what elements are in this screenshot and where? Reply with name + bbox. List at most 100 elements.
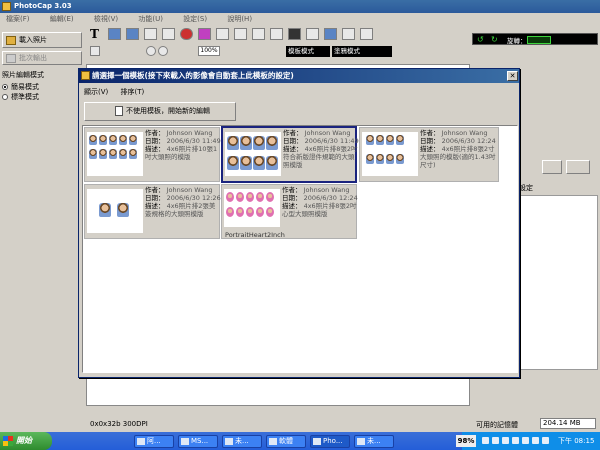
taskbar-item[interactable]: 阿... bbox=[134, 435, 174, 448]
mosaic-mode-tab[interactable]: 塗鴉模式 bbox=[332, 46, 392, 57]
menu-file[interactable]: 檔案(F) bbox=[6, 13, 30, 25]
mode-standard-option[interactable]: 標準模式 bbox=[2, 92, 84, 102]
taskbar-item-active[interactable]: Pho... bbox=[310, 435, 350, 448]
batch-output-button[interactable]: 批次輸出 bbox=[2, 51, 82, 65]
dialog-menu-view[interactable]: 顯示(V) bbox=[84, 86, 108, 98]
app-menubar: 檔案(F) 編輯(E) 檢視(V) 功能(U) 設定(S) 說明(H) bbox=[0, 13, 600, 25]
desc-key: 描述 bbox=[420, 145, 433, 153]
tray-icon[interactable] bbox=[532, 437, 539, 444]
mode-simple-label: 簡易模式 bbox=[11, 83, 39, 91]
template-card[interactable]: PortraitHeart2Inch 作者： Johnson Wang 日期： … bbox=[221, 184, 358, 239]
desc-key: 描述 bbox=[282, 202, 295, 210]
app-window-icon bbox=[313, 438, 321, 445]
dialog-close-button[interactable]: ✕ bbox=[507, 71, 518, 81]
right-button-1[interactable] bbox=[520, 160, 538, 174]
template-card[interactable]: 作者： Johnson Wang 日期： 2006/6/30 11:49 描述：… bbox=[84, 127, 221, 182]
no-template-button[interactable]: 不使用模板，開始新的編輯 bbox=[84, 102, 236, 121]
frame2-tool-icon[interactable] bbox=[306, 28, 319, 40]
menu-view[interactable]: 檢視(V) bbox=[94, 13, 118, 25]
template-info: 作者： Johnson Wang 日期： 2006/6/30 12:24 描述：… bbox=[420, 129, 496, 169]
template-date: 2006/6/30 11:49 bbox=[304, 137, 359, 145]
template-card[interactable]: 作者： Johnson Wang 日期： 2006/6/30 12:24 描述：… bbox=[359, 127, 499, 182]
menu-edit[interactable]: 編輯(E) bbox=[50, 13, 74, 25]
screen-tool-icon[interactable] bbox=[360, 28, 373, 40]
dialog-menu-sort[interactable]: 排序(T) bbox=[121, 86, 145, 98]
radio-icon bbox=[2, 94, 8, 100]
arrow-right-tool-icon[interactable] bbox=[252, 28, 265, 40]
radio-icon bbox=[2, 84, 8, 90]
menu-settings[interactable]: 設定(S) bbox=[183, 13, 207, 25]
right-button-2[interactable] bbox=[542, 160, 562, 174]
template-thumbnail bbox=[225, 132, 281, 176]
menu-help[interactable]: 說明(H) bbox=[227, 13, 252, 25]
taskbar-item-label: 未... bbox=[367, 437, 381, 445]
template-date: 2006/6/30 12:26 bbox=[166, 194, 221, 202]
text-tool-icon[interactable]: T bbox=[90, 27, 99, 41]
date-key: 日期 bbox=[283, 137, 296, 145]
desc-key: 描述 bbox=[145, 145, 158, 153]
zoom-out-icon[interactable] bbox=[158, 46, 168, 56]
volume-icon[interactable] bbox=[542, 437, 549, 444]
template-date: 2006/6/30 11:49 bbox=[166, 137, 221, 145]
zoom-in-icon[interactable] bbox=[146, 46, 156, 56]
taskbar-item[interactable]: 未... bbox=[222, 435, 262, 448]
tray-icon[interactable] bbox=[482, 437, 489, 444]
rotate-input[interactable] bbox=[527, 36, 551, 44]
load-photo-button[interactable]: 載入照片 bbox=[2, 32, 82, 48]
list-tool-icon[interactable] bbox=[216, 28, 229, 40]
taskbar-item[interactable]: MS... bbox=[178, 435, 218, 448]
monitor-tool-icon[interactable] bbox=[324, 28, 337, 40]
clock-tool-icon[interactable] bbox=[180, 28, 193, 40]
template-info: 作者： Johnson Wang 日期： 2006/6/30 11:49 描述：… bbox=[145, 129, 221, 161]
template-name: PortraitHeart2Inch bbox=[225, 231, 285, 239]
menu-function[interactable]: 功能(U) bbox=[138, 13, 163, 25]
tray-icon[interactable] bbox=[522, 437, 529, 444]
no-template-label: 不使用模板，開始新的編輯 bbox=[126, 107, 210, 115]
layer-tool-icon[interactable] bbox=[162, 28, 175, 40]
taskbar-item[interactable]: 軟體 bbox=[266, 435, 306, 448]
arrows-tool-icon[interactable] bbox=[234, 28, 247, 40]
pdf-tool-icon[interactable] bbox=[288, 28, 301, 40]
window-icon bbox=[137, 438, 145, 445]
dialog-menubar: 顯示(V) 排序(T) bbox=[80, 86, 518, 98]
template-info: 作者： Johnson Wang 日期： 2006/6/30 12:24 描述：… bbox=[282, 186, 358, 218]
window-icon bbox=[225, 438, 233, 445]
border-tool-icon[interactable] bbox=[144, 28, 157, 40]
window-icon bbox=[357, 438, 365, 445]
mode-simple-option[interactable]: 簡易模式 bbox=[2, 82, 84, 92]
taskbar-item[interactable]: 未... bbox=[354, 435, 394, 448]
tray-icon[interactable] bbox=[512, 437, 519, 444]
grid-tool-icon[interactable] bbox=[342, 28, 355, 40]
template-author: Johnson Wang bbox=[166, 186, 213, 194]
photo-tool-icon[interactable] bbox=[126, 28, 139, 40]
batch-output-label: 批次輸出 bbox=[19, 54, 47, 62]
start-button[interactable]: 開始 bbox=[0, 432, 52, 450]
rotate-label: 旋轉： bbox=[507, 37, 527, 45]
frame-tool-icon[interactable] bbox=[108, 28, 121, 40]
template-author: Johnson Wang bbox=[441, 129, 488, 137]
taskbar-item-label: MS... bbox=[191, 437, 209, 445]
template-card-selected[interactable]: 作者： Johnson Wang 日期： 2006/6/30 11:49 描述：… bbox=[221, 126, 359, 183]
template-card[interactable]: 作者： Johnson Wang 日期： 2006/6/30 12:26 描述：… bbox=[84, 184, 221, 239]
effects-tool-icon[interactable] bbox=[198, 28, 211, 40]
author-key: 作者 bbox=[145, 186, 158, 194]
window-icon bbox=[181, 438, 189, 445]
clock[interactable]: 下午 08:15 bbox=[558, 436, 594, 446]
edit-mode-title: 照片編輯模式 bbox=[2, 71, 44, 79]
battery-indicator[interactable]: 98% bbox=[456, 435, 476, 447]
zoom-level[interactable]: 100% bbox=[198, 46, 220, 56]
tool-strip: T 100% 模板模式 塗鴉模式 bbox=[86, 26, 466, 64]
template-author: Johnson Wang bbox=[166, 129, 213, 137]
rotate-cw-icon[interactable]: ↻ bbox=[491, 35, 498, 44]
undo-icon[interactable] bbox=[90, 46, 100, 56]
color-tool-icon[interactable] bbox=[270, 28, 283, 40]
memory-label: 可用的記憶體 bbox=[476, 421, 518, 429]
template-mode-tab[interactable]: 模板模式 bbox=[286, 46, 330, 57]
tray-icon[interactable] bbox=[492, 437, 499, 444]
dialog-icon bbox=[81, 71, 90, 80]
tray-icon[interactable] bbox=[502, 437, 509, 444]
right-button-3[interactable] bbox=[566, 160, 590, 174]
rotate-ccw-icon[interactable]: ↺ bbox=[477, 35, 484, 44]
template-info: 作者： Johnson Wang 日期： 2006/6/30 11:49 描述：… bbox=[283, 129, 359, 169]
template-thumbnail bbox=[87, 132, 143, 176]
